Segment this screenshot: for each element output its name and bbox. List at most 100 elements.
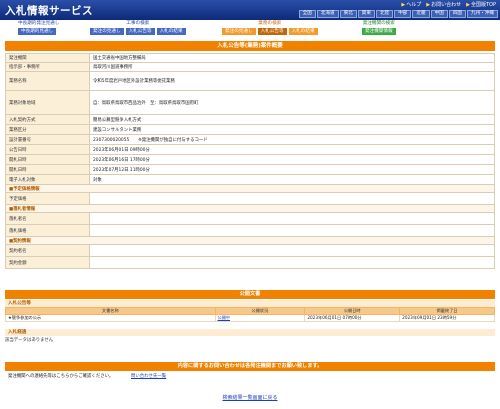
- region-tab[interactable]: 北陸: [376, 10, 394, 18]
- row-value: 令和5年度岩戸地区外設計業務等委託業務: [89, 71, 495, 91]
- contact-link[interactable]: ▶お問い合わせ: [426, 1, 461, 8]
- row-value: [89, 224, 495, 237]
- help-link-label: ヘルプ: [406, 2, 422, 8]
- agency-info-button[interactable]: 発注機関情報: [362, 28, 396, 35]
- table-row: 発注機関 国土交通省中国地方整備局: [5, 53, 495, 63]
- table-header-row: 文書名称 公開状況 公開日時 掲載終了日: [5, 307, 495, 315]
- triangle-icon: ▶: [401, 2, 406, 8]
- menu-group-agencies: 発注機関の検索 発注機関情報: [362, 21, 396, 35]
- table-row: 開札日時 2023年07月12日 11時00分: [5, 164, 495, 175]
- region-tab[interactable]: 東北: [339, 10, 357, 18]
- long-term-outlook-button[interactable]: 中長期的見通し: [18, 28, 57, 35]
- region-tab[interactable]: 近畿: [412, 10, 430, 18]
- section-header-winner: ■落札者情報: [5, 204, 495, 213]
- triangle-icon: ▶: [426, 2, 431, 8]
- construction-result-button[interactable]: 入札の結果: [156, 28, 186, 35]
- document-status-link[interactable]: 公開中: [218, 315, 231, 320]
- menu-group-services: 業務の検索 発注の見通し 入札公告等 入札の結果: [222, 21, 318, 35]
- row-label: 開札日時: [5, 154, 90, 165]
- row-value: 国土交通省中国地方整備局: [89, 53, 495, 63]
- document-status-cell: 公開中: [214, 314, 306, 322]
- national-top-link-label: 全国版TOP: [470, 2, 496, 8]
- column-header: 掲載終了日: [399, 307, 495, 315]
- row-label: 設計書番号: [5, 134, 90, 145]
- row-label: 電子入札対象: [5, 174, 90, 185]
- region-tab[interactable]: 四国: [448, 10, 467, 18]
- national-top-link[interactable]: ▶全国版TOP: [466, 1, 496, 8]
- contact-list-link[interactable]: 問い合わせ先一覧: [131, 373, 166, 381]
- contact-row: 発注機関への連絡先等はこちらからご確認ください。 問い合わせ先一覧: [5, 373, 495, 381]
- construction-outlook-button[interactable]: 発注の見通し: [90, 28, 124, 35]
- row-value: 2307300020055 ※発注機関が独自に付与するコード: [89, 134, 495, 145]
- row-label: 契約者名: [5, 244, 90, 257]
- row-value: [89, 244, 495, 257]
- row-value: [89, 212, 495, 225]
- row-value: 自：鳥取県鳥取市西品治外 至：鳥取県鳥取市国府町: [89, 90, 495, 115]
- documents-table: 文書名称 公開状況 公開日時 掲載終了日 ★競争参加の公示 公開中 2023年0…: [5, 307, 495, 322]
- table-row: 設計書番号 2307300020055 ※発注機関が独自に付与するコード: [5, 134, 495, 145]
- region-tab[interactable]: 九州・沖縄: [467, 10, 498, 18]
- section-header-label: ■契約情報: [5, 236, 495, 245]
- section-header-label: ■予定価格情報: [5, 184, 495, 193]
- document-name: ★競争参加の公示: [5, 314, 216, 322]
- row-value: [89, 192, 495, 205]
- region-tabs: 全国 北海道 東北 関東 北陸 中部 近畿 中国 四国 九州・沖縄: [298, 10, 498, 18]
- top-links: ▶ヘルプ ▶お問い合わせ ▶全国版TOP: [401, 1, 496, 8]
- table-row: 公告日時 2023年06月01日 09時00分: [5, 144, 495, 155]
- row-label: 業務区分: [5, 124, 90, 135]
- row-value: 建設コンサルタント業務: [89, 124, 495, 135]
- column-header: 公開日時: [304, 307, 401, 315]
- region-tab[interactable]: 中国: [430, 10, 448, 18]
- row-label: 業務名称: [5, 71, 90, 91]
- menu-group-construction: 工事の検索 発注の見通し 入札公告等 入札の結果: [90, 21, 186, 35]
- row-value: 簡易公募型競争入札方式: [89, 114, 495, 125]
- contact-title: 内容に関するお問い合わせは各発注機関までお願い致します。: [5, 362, 495, 371]
- document-end: 2023年09月01日 23時59分: [399, 314, 495, 322]
- row-value: 鳥取河川国道事務所: [89, 62, 495, 72]
- row-value: 対象: [89, 174, 495, 185]
- table-row: 落札価格: [5, 224, 495, 237]
- table-row: 電子入札対象 対象: [5, 174, 495, 185]
- menu-group-outlook: 中長期的発注見通し 中長期的見通し: [18, 21, 59, 35]
- help-link[interactable]: ▶ヘルプ: [401, 1, 421, 8]
- row-label: 開札日時: [5, 164, 90, 175]
- row-label: 発注機関: [5, 53, 90, 63]
- row-value: 2023年07月12日 11時00分: [89, 164, 495, 175]
- back-to-results-link[interactable]: 検索結果一覧画面に戻る: [0, 394, 500, 401]
- section-header-contract: ■契約情報: [5, 236, 495, 245]
- table-row: 予定価格: [5, 192, 495, 205]
- menu-group-title: 工事の検索: [126, 21, 150, 26]
- table-row: 業務名称 令和5年度岩戸地区外設計業務等委託業務: [5, 71, 495, 91]
- table-row: 契約金額: [5, 256, 495, 269]
- menu-group-title: 業務の検索: [258, 21, 282, 26]
- region-tab[interactable]: 関東: [357, 10, 375, 18]
- table-row: 指示部・事務所 鳥取河川国道事務所: [5, 62, 495, 72]
- column-header: 文書名称: [5, 307, 216, 315]
- region-tab[interactable]: 北海道: [316, 10, 339, 18]
- documents-subtitle: 入札公告等: [5, 300, 495, 307]
- table-row: 業務区分 建設コンサルタント業務: [5, 124, 495, 135]
- table-row: 開札日時 2023年06月16日 17時00分: [5, 154, 495, 165]
- menu-group-title: 発注機関の検索: [362, 21, 395, 26]
- service-notice-button[interactable]: 入札公告等: [257, 28, 287, 35]
- documents-title: 公開文書: [5, 290, 495, 299]
- bidding-status-subtitle: 入札経過: [5, 329, 495, 336]
- service-result-button[interactable]: 入札の結果: [288, 28, 318, 35]
- site-title: 入札情報サービス: [5, 5, 93, 17]
- construction-notice-button[interactable]: 入札公告等: [125, 28, 155, 35]
- detail-title: 入札公告等(業務)案件概要: [5, 41, 495, 51]
- table-row: 契約者名: [5, 244, 495, 257]
- main-menu: 中長期的発注見通し 中長期的見通し 工事の検索 発注の見通し 入札公告等 入札の…: [0, 20, 500, 36]
- row-label: 公告日時: [5, 144, 90, 155]
- document-published: 2023年06月01日 07時00分: [304, 314, 401, 322]
- contact-text: 発注機関への連絡先等はこちらからご確認ください。: [8, 374, 114, 379]
- region-tab[interactable]: 全国: [298, 10, 316, 18]
- site-header: 入札情報サービス ▶ヘルプ ▶お問い合わせ ▶全国版TOP 全国 北海道 東北 …: [0, 0, 500, 20]
- row-label: 予定価格: [5, 192, 90, 205]
- service-outlook-button[interactable]: 発注の見通し: [222, 28, 256, 35]
- column-header: 公開状況: [214, 307, 306, 315]
- table-row: ★競争参加の公示 公開中 2023年06月01日 07時00分 2023年09月…: [5, 314, 495, 322]
- region-tab[interactable]: 中部: [394, 10, 412, 18]
- contact-link-label: お問い合わせ: [431, 2, 462, 8]
- row-label: 落札者名: [5, 212, 90, 225]
